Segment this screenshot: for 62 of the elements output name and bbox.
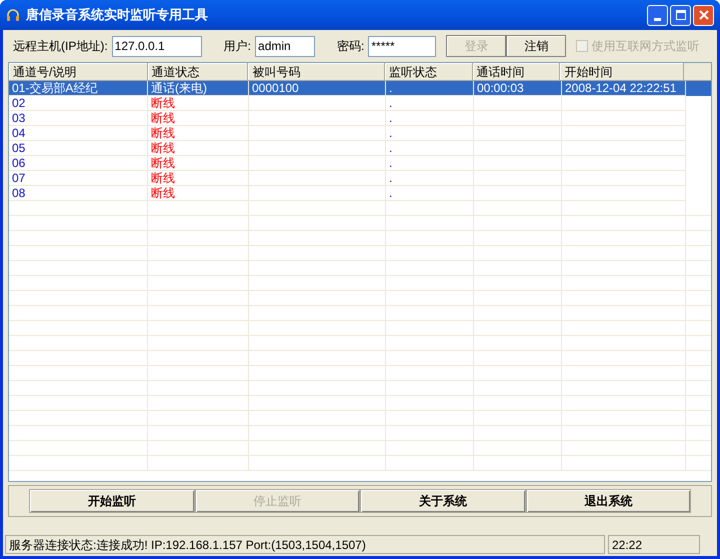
column-header[interactable]: 通道号/说明 bbox=[9, 63, 148, 81]
channel-cell: 04 bbox=[12, 126, 26, 140]
monitor-cell: . bbox=[389, 126, 392, 140]
checkbox-label: 使用互联网方式监听 bbox=[591, 38, 700, 55]
column-header[interactable]: 被叫号码 bbox=[248, 63, 385, 81]
maximize-button[interactable] bbox=[670, 4, 691, 26]
column-header[interactable]: 监听状态 bbox=[384, 63, 473, 81]
close-button[interactable] bbox=[693, 4, 714, 26]
table-row[interactable]: 02 断线 . bbox=[9, 96, 711, 111]
channel-cell: 03 bbox=[12, 111, 26, 125]
column-header[interactable]: 通道状态 bbox=[148, 63, 248, 81]
channel-cell: 06 bbox=[12, 156, 26, 170]
start-cell: 2008-12-04 22:22:51 bbox=[565, 81, 676, 95]
action-button[interactable]: 关于系统 bbox=[360, 489, 526, 513]
minimize-icon bbox=[654, 18, 661, 20]
close-icon bbox=[698, 10, 708, 20]
action-button[interactable]: 开始监听 bbox=[29, 489, 194, 513]
monitor-cell: . bbox=[389, 156, 392, 170]
action-button[interactable]: 退出系统 bbox=[526, 489, 691, 513]
minimize-button[interactable] bbox=[647, 4, 668, 26]
channel-cell: 05 bbox=[12, 141, 26, 155]
channel-cell: 08 bbox=[12, 186, 26, 200]
table-row[interactable]: 04 断线 . bbox=[9, 126, 711, 141]
status-cell: 断线 bbox=[151, 156, 175, 170]
table-row[interactable]: 05 断线 . bbox=[9, 141, 711, 156]
window-title: 唐信录音系统实时监听专用工具 bbox=[26, 6, 208, 24]
channel-cell: 02 bbox=[12, 96, 26, 110]
status-cell: 断线 bbox=[151, 141, 175, 155]
headphones-icon bbox=[6, 8, 20, 22]
status-time: 22:22 bbox=[608, 534, 700, 554]
status-cell: 通话(来电) bbox=[151, 81, 207, 95]
password-label: 密码: bbox=[337, 38, 364, 55]
table-row[interactable]: 08 断线 . bbox=[9, 186, 711, 201]
user-label: 用户: bbox=[224, 38, 252, 55]
status-cell: 断线 bbox=[151, 111, 175, 125]
number-cell: 0000100 bbox=[252, 81, 299, 95]
channel-cell: 01-交易部A经纪 bbox=[12, 81, 98, 95]
host-field[interactable]: 127.0.0.1 bbox=[112, 36, 202, 56]
column-header[interactable]: 开始时间 bbox=[560, 63, 684, 81]
table-row[interactable]: 03 断线 . bbox=[9, 111, 711, 126]
logout-button[interactable]: 注销 bbox=[506, 35, 566, 57]
status-cell: 断线 bbox=[151, 126, 175, 140]
monitor-cell: . bbox=[389, 111, 392, 125]
status-cell: 断线 bbox=[151, 186, 175, 200]
monitor-cell: . bbox=[389, 171, 392, 185]
status-cell: 断线 bbox=[151, 96, 175, 110]
monitor-cell: . bbox=[389, 186, 392, 200]
table-row[interactable]: 07 断线 . bbox=[9, 171, 711, 186]
table-row[interactable]: 01-交易部A经纪 通话(来电) 0000100 . 00:00:03 2008-12-04 22:22:51 bbox=[9, 81, 711, 96]
maximize-icon bbox=[676, 10, 686, 20]
host-label: 远程主机(IP地址): bbox=[13, 38, 108, 55]
status-message: 服务器连接状态:连接成功! IP:192.168.1.157 Port:(1503,1504,1507) bbox=[5, 534, 605, 554]
user-field[interactable]: admin bbox=[255, 36, 316, 56]
status-cell: 断线 bbox=[151, 171, 175, 185]
monitor-cell: . bbox=[389, 96, 392, 110]
column-header[interactable]: 通话时间 bbox=[472, 63, 560, 81]
time-cell: 00:00:03 bbox=[477, 81, 524, 95]
monitor-cell: . bbox=[389, 81, 392, 95]
password-field[interactable]: ***** bbox=[368, 36, 436, 56]
monitor-cell: . bbox=[389, 141, 392, 155]
table-row[interactable]: 06 断线 . bbox=[9, 156, 711, 171]
channel-cell: 07 bbox=[12, 171, 26, 185]
